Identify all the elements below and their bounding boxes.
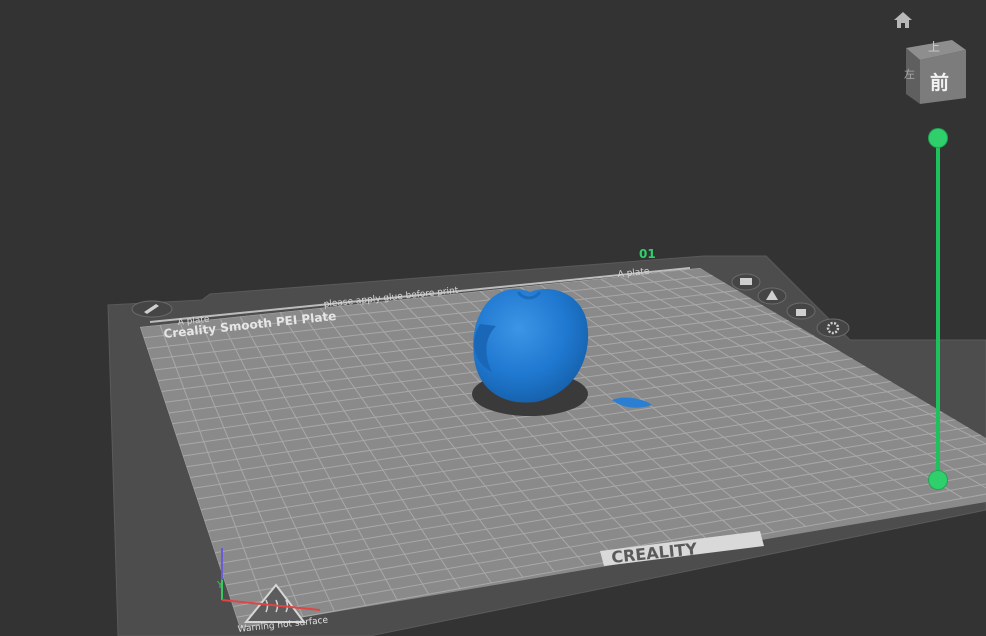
arrange-icon bbox=[740, 278, 752, 285]
plate-settings-button[interactable] bbox=[816, 318, 850, 338]
lock-button[interactable] bbox=[786, 302, 816, 320]
cube-face-top[interactable]: 上 bbox=[928, 38, 940, 55]
lock-icon bbox=[796, 309, 806, 316]
cube-face-front[interactable]: 前 bbox=[930, 68, 949, 95]
plate-number: 01 bbox=[639, 247, 656, 261]
3d-viewport[interactable]: A plate please apply glue before print A… bbox=[0, 0, 986, 636]
layer-slider-track[interactable] bbox=[936, 138, 940, 480]
view-cube[interactable]: 上 前 左 bbox=[900, 38, 970, 108]
home-icon bbox=[894, 12, 912, 28]
arrange-button[interactable] bbox=[731, 273, 761, 291]
cube-face-left[interactable]: 左 bbox=[904, 66, 915, 82]
svg-text:Y: Y bbox=[216, 580, 224, 591]
layer-slider-top-handle[interactable] bbox=[929, 129, 947, 147]
plate-edit-button[interactable] bbox=[131, 300, 173, 318]
auto-orient-button[interactable] bbox=[757, 287, 787, 305]
layer-range-slider[interactable] bbox=[925, 126, 951, 492]
home-view-button[interactable] bbox=[892, 10, 914, 30]
layer-slider-bottom-handle[interactable] bbox=[929, 471, 947, 489]
